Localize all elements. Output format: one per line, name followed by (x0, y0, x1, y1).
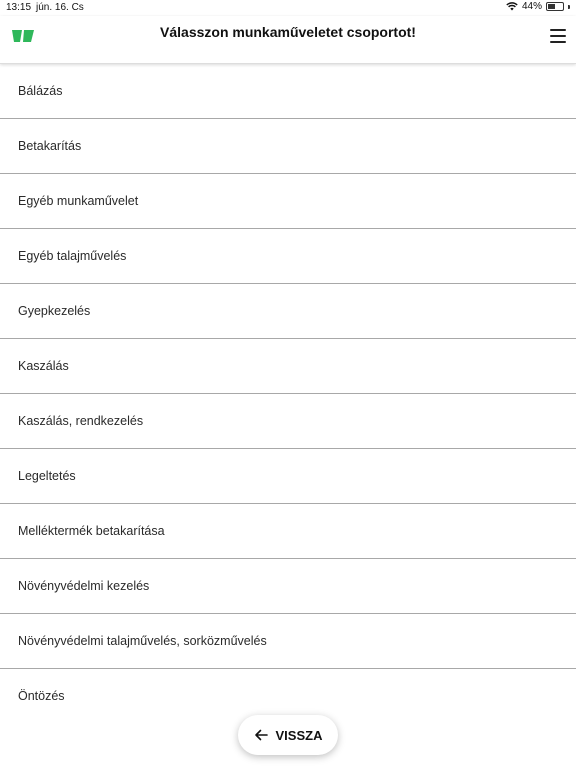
battery-percent: 44% (521, 1, 542, 12)
status-time: 13:15 (6, 2, 32, 13)
status-indicators: 44% (506, 1, 570, 12)
list-item[interactable]: Legeltetés (0, 449, 576, 504)
list-item[interactable]: Bálázás (0, 64, 576, 119)
list-item[interactable]: Növényvédelmi kezelés (0, 559, 576, 614)
list-item[interactable]: Kaszálás, rendkezelés (0, 394, 576, 449)
list-item[interactable]: Egyéb talajművelés (0, 229, 576, 284)
operation-group-list: Bálázás Betakarítás Egyéb munkaművelet E… (0, 64, 576, 723)
page-title: Válasszon munkaműveletet csoportot! (160, 24, 416, 40)
back-button-label: VISSZA (275, 727, 323, 743)
list-item[interactable]: Melléktermék betakarítása (0, 504, 576, 559)
list-item[interactable]: Egyéb munkaművelet (0, 174, 576, 229)
battery-icon (546, 2, 564, 11)
list-item[interactable]: Növényvédelmi talajművelés, sorközművelé… (0, 614, 576, 669)
list-item[interactable]: Kaszálás (0, 339, 576, 394)
hamburger-menu-icon[interactable] (550, 29, 566, 43)
wifi-icon (506, 2, 518, 11)
app-header: Válasszon munkaműveletet csoportot! (0, 16, 576, 64)
back-button[interactable]: VISSZA (238, 715, 338, 755)
status-date: jún. 16. Cs (36, 2, 84, 13)
status-bar: 13:15 jún. 16. Cs 44% (0, 0, 576, 16)
arrow-left-icon (254, 729, 268, 741)
list-item[interactable]: Betakarítás (0, 119, 576, 174)
list-item[interactable]: Gyepkezelés (0, 284, 576, 339)
